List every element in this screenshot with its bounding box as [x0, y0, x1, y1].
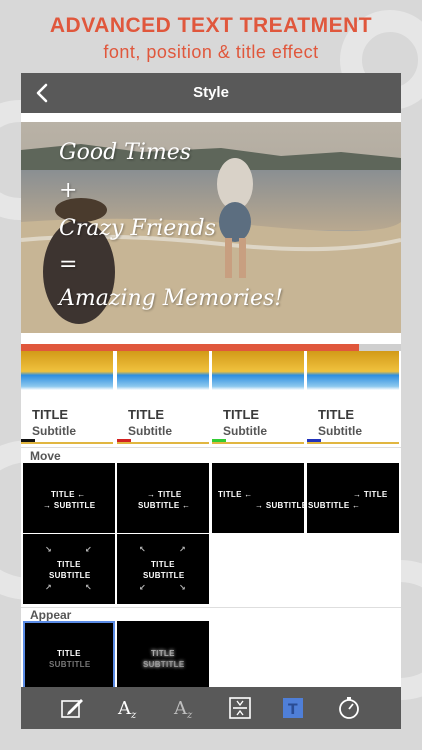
edit-text-icon — [61, 699, 83, 718]
position-icon — [229, 697, 251, 719]
tile-title: TITLE ← — [51, 490, 86, 499]
section-label-move: Move — [30, 449, 61, 463]
svg-text:T: T — [288, 702, 298, 718]
arrow-out-icon: ↖ — [139, 545, 146, 554]
promo-subtitle: font, position & title effect — [103, 42, 319, 62]
color-swatch — [307, 439, 321, 442]
svg-text:z: z — [130, 710, 137, 721]
preset-subtitle: Subtitle — [223, 424, 267, 438]
timing-button[interactable] — [335, 694, 363, 722]
progress-fill — [21, 344, 360, 351]
promo-title: ADVANCED TEXT TREATMENT — [49, 14, 373, 37]
tile-title: → TITLE — [353, 490, 388, 499]
tile-title: TITLE — [57, 649, 81, 658]
overlay-line-3: Crazy Friends — [59, 216, 216, 241]
edit-text-button[interactable] — [58, 694, 86, 722]
move-tile[interactable]: TITLE ← → SUBTITLE — [23, 463, 115, 533]
video-preview[interactable]: Good Times + Crazy Friends = Amazing Mem… — [21, 122, 401, 333]
arrow-out-icon: ↗ — [179, 545, 186, 554]
tile-title: TITLE — [151, 560, 175, 569]
color-swatch — [212, 439, 226, 442]
color-swatch — [117, 439, 131, 442]
color-swatch — [21, 439, 35, 442]
divider — [21, 607, 401, 608]
svg-text:A: A — [117, 698, 132, 719]
text-effect-icon: T — [283, 698, 303, 718]
arrow-in-icon: ↗ — [45, 583, 52, 592]
preset-title: TITLE — [32, 407, 69, 422]
tile-subtitle: → SUBTITLE — [43, 501, 96, 510]
overlay-line-2: + — [59, 178, 78, 203]
move-tile[interactable]: TITLE ← → SUBTITLE — [212, 463, 304, 533]
promo-header: ADVANCED TEXT TREATMENT font, position &… — [0, 14, 422, 63]
tile-subtitle: → SUBTITLE — [255, 501, 304, 510]
move-tile[interactable]: ↖ ↗ TITLE SUBTITLE ↙ ↘ — [117, 534, 209, 604]
title-preset[interactable]: TITLE Subtitle — [117, 351, 209, 444]
tile-subtitle: SUBTITLE — [143, 660, 185, 669]
navigation-bar: Style — [21, 73, 401, 113]
appear-tile[interactable]: TITLE SUBTITLE — [117, 621, 209, 691]
tile-subtitle: SUBTITLE ← — [138, 501, 191, 510]
arrow-out-icon: ↘ — [179, 583, 186, 592]
app-screen: Style Good Times + Crazy Friends = Amazi… — [21, 73, 401, 729]
tile-title: TITLE — [57, 560, 81, 569]
preset-title: TITLE — [223, 407, 260, 422]
page-title: Style — [193, 84, 229, 101]
playback-progress[interactable] — [21, 344, 401, 351]
move-tile[interactable]: ↘ ↙ TITLE SUBTITLE ↗ ↖ — [23, 534, 115, 604]
arrow-in-icon: ↖ — [85, 583, 92, 592]
tile-subtitle: SUBTITLE — [49, 660, 91, 669]
tile-title: TITLE — [151, 649, 175, 658]
bottom-toolbar: A z A z T — [21, 687, 401, 729]
svg-text:A: A — [173, 698, 188, 719]
tile-title: → TITLE — [147, 490, 182, 499]
divider — [21, 447, 401, 448]
title-preset[interactable]: TITLE Subtitle — [212, 351, 304, 444]
section-label-appear: Appear — [30, 608, 72, 622]
preset-subtitle: Subtitle — [32, 424, 76, 438]
position-button[interactable] — [226, 694, 254, 722]
move-tile[interactable]: → TITLE SUBTITLE ← — [307, 463, 399, 533]
tile-title: TITLE ← — [218, 490, 253, 499]
preset-row: TITLE Subtitle TITLE Subtitle TITLE Subt… — [21, 351, 401, 444]
arrow-in-icon: ↘ — [45, 545, 52, 554]
arrow-out-icon: ↙ — [139, 583, 146, 592]
preset-subtitle: Subtitle — [128, 424, 172, 438]
preset-subtitle: Subtitle — [318, 424, 362, 438]
font-icon: A z — [117, 698, 137, 721]
font-style-icon: A z — [173, 698, 193, 721]
overlay-line-1: Good Times — [59, 140, 192, 165]
style-panel: TITLE Subtitle TITLE Subtitle TITLE Subt… — [21, 351, 401, 691]
title-preset[interactable]: TITLE Subtitle — [307, 351, 399, 444]
arrow-in-icon: ↙ — [85, 545, 92, 554]
appear-tile[interactable]: TITLE SUBTITLE — [23, 621, 115, 691]
title-preset[interactable]: TITLE Subtitle — [21, 351, 113, 444]
font-style-button[interactable]: A z — [171, 694, 199, 722]
tile-subtitle: SUBTITLE ← — [308, 501, 361, 510]
tile-subtitle: SUBTITLE — [49, 571, 91, 580]
svg-text:z: z — [186, 710, 193, 721]
text-effect-button[interactable]: T — [279, 694, 307, 722]
overlay-line-5: Amazing Memories! — [59, 286, 284, 311]
timing-icon — [339, 697, 359, 719]
preset-title: TITLE — [318, 407, 355, 422]
font-button[interactable]: A z — [115, 694, 143, 722]
move-tile[interactable]: → TITLE SUBTITLE ← — [117, 463, 209, 533]
tile-subtitle: SUBTITLE — [143, 571, 185, 580]
overlay-line-4: = — [59, 252, 78, 277]
preset-title: TITLE — [128, 407, 165, 422]
